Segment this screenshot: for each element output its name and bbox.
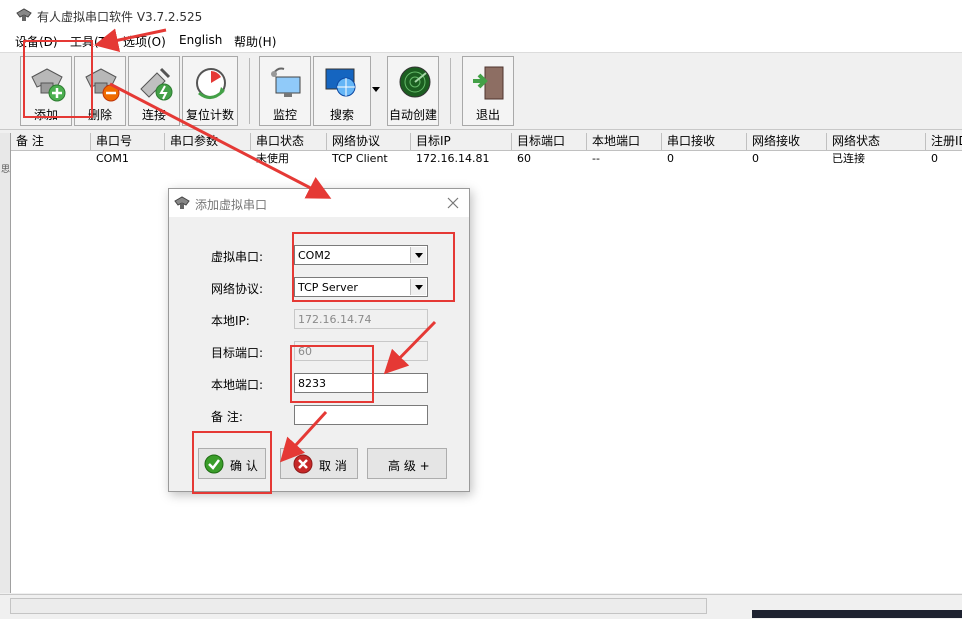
connect-label: 连接 [141, 108, 166, 122]
col-net-status[interactable]: 网络状态 [827, 133, 926, 150]
exit-button[interactable]: 退出 [462, 56, 514, 126]
monitor-icon [271, 67, 301, 97]
toolbar: 添加 删除 连接 复位计数 监控 搜索 自动创建 退出 [0, 53, 962, 130]
col-remark[interactable]: 备 注 [11, 133, 91, 150]
cell-target-port: 60 [517, 152, 531, 165]
target-port-input[interactable] [294, 341, 428, 361]
chevron-down-icon[interactable] [410, 247, 426, 263]
connect-button[interactable]: 连接 [128, 56, 180, 126]
cell-net-recv: 0 [752, 152, 759, 165]
menu-bar: 设备(D) 工具(T) 选项(O) English 帮助(H) [0, 30, 962, 53]
local-port-label: 本地端口: [211, 378, 264, 392]
exit-door-icon [473, 66, 504, 100]
col-port-recv[interactable]: 串口接收 [662, 133, 747, 150]
reset-label: 复位计数 [185, 108, 234, 122]
virtual-port-label: 虚拟串口: [211, 250, 264, 264]
search-dropdown-arrow-icon[interactable] [372, 87, 380, 92]
exit-label: 退出 [475, 108, 500, 122]
reset-timer-icon [196, 68, 226, 99]
menu-help[interactable]: 帮助(H) [234, 33, 276, 50]
toolbar-separator [450, 58, 451, 124]
add-port-icon [31, 68, 66, 102]
local-ip-input[interactable] [294, 309, 428, 329]
close-icon[interactable] [445, 195, 461, 211]
taskbar-edge [752, 610, 962, 618]
search-button[interactable]: 搜索 [313, 56, 371, 126]
col-protocol[interactable]: 网络协议 [327, 133, 411, 150]
advanced-button[interactable]: 高 级 + [367, 448, 447, 479]
delete-port-icon [85, 68, 120, 102]
cancel-label: 取 消 [319, 459, 347, 473]
cell-port-recv: 0 [667, 152, 674, 165]
chevron-down-icon[interactable] [410, 279, 426, 295]
window-title: 有人虚拟串口软件 V3.7.2.525 [37, 10, 203, 24]
connect-plug-icon [140, 67, 173, 101]
col-port-status[interactable]: 串口状态 [251, 133, 327, 150]
add-virtual-port-dialog: 添加虚拟串口 虚拟串口: COM2 网络协议: TCP Server 本地IP:… [168, 188, 470, 492]
auto-create-label: 自动创建 [388, 108, 437, 122]
ok-button[interactable]: 确 认 [198, 448, 266, 479]
port-list-grid[interactable]: 备 注 串口号 串口参数 串口状态 网络协议 目标IP 目标端口 本地端口 串口… [10, 133, 962, 593]
col-target-port[interactable]: 目标端口 [512, 133, 587, 150]
remark-input[interactable] [294, 405, 428, 425]
app-serial-icon [16, 8, 32, 21]
monitor-button[interactable]: 监控 [259, 56, 311, 126]
protocol-select[interactable]: TCP Server [294, 277, 428, 297]
cell-register-id: 0 [931, 152, 938, 165]
title-bar: 有人虚拟串口软件 V3.7.2.525 [0, 0, 962, 30]
advanced-label: 高 级 + [388, 459, 430, 473]
cell-remark [11, 151, 91, 166]
virtual-port-select[interactable]: COM2 [294, 245, 428, 265]
col-port[interactable]: 串口号 [91, 133, 165, 150]
col-port-params[interactable]: 串口参数 [165, 133, 251, 150]
target-port-label: 目标端口: [211, 346, 264, 360]
menu-device[interactable]: 设备(D) [15, 33, 58, 50]
dialog-app-icon [174, 196, 190, 209]
add-button[interactable]: 添加 [20, 56, 72, 126]
left-strip-mark: 思 [1, 165, 11, 175]
cell-target-ip: 172.16.14.81 [416, 152, 490, 165]
dialog-title-bar[interactable]: 添加虚拟串口 [169, 189, 469, 217]
check-icon [204, 454, 224, 474]
radar-icon [399, 66, 431, 98]
add-label: 添加 [33, 108, 58, 122]
protocol-label: 网络协议: [211, 282, 264, 296]
local-port-input[interactable] [294, 373, 428, 393]
cell-protocol: TCP Client [332, 152, 388, 165]
remark-label: 备 注: [211, 410, 243, 424]
left-strip [0, 133, 10, 593]
dialog-title: 添加虚拟串口 [195, 198, 268, 212]
menu-english[interactable]: English [179, 33, 222, 47]
status-pane [10, 598, 707, 614]
toolbar-separator [249, 58, 250, 124]
reset-count-button[interactable]: 复位计数 [182, 56, 238, 126]
monitor-label: 监控 [272, 108, 297, 122]
cancel-x-icon [293, 454, 313, 474]
delete-label: 删除 [87, 108, 112, 122]
menu-options[interactable]: 选项(O) [123, 33, 166, 50]
col-net-recv[interactable]: 网络接收 [747, 133, 827, 150]
menu-tools[interactable]: 工具(T) [70, 33, 111, 50]
col-register-id[interactable]: 注册ID [926, 133, 962, 150]
delete-button[interactable]: 删除 [74, 56, 126, 126]
cell-port-params [165, 151, 251, 166]
col-target-ip[interactable]: 目标IP [411, 133, 512, 150]
protocol-value: TCP Server [298, 281, 358, 294]
cell-port-status: 未使用 [256, 152, 289, 165]
cell-net-status: 已连接 [832, 152, 865, 165]
cell-local-port: -- [592, 152, 600, 165]
virtual-port-value: COM2 [298, 249, 331, 262]
search-label: 搜索 [329, 108, 354, 122]
grid-header: 备 注 串口号 串口参数 串口状态 网络协议 目标IP 目标端口 本地端口 串口… [11, 133, 962, 151]
local-ip-label: 本地IP: [211, 314, 250, 328]
search-globe-icon [325, 68, 356, 97]
col-local-port[interactable]: 本地端口 [587, 133, 662, 150]
cell-port: COM1 [96, 152, 129, 165]
cancel-button[interactable]: 取 消 [280, 448, 358, 479]
auto-create-button[interactable]: 自动创建 [387, 56, 439, 126]
ok-label: 确 认 [230, 459, 258, 473]
